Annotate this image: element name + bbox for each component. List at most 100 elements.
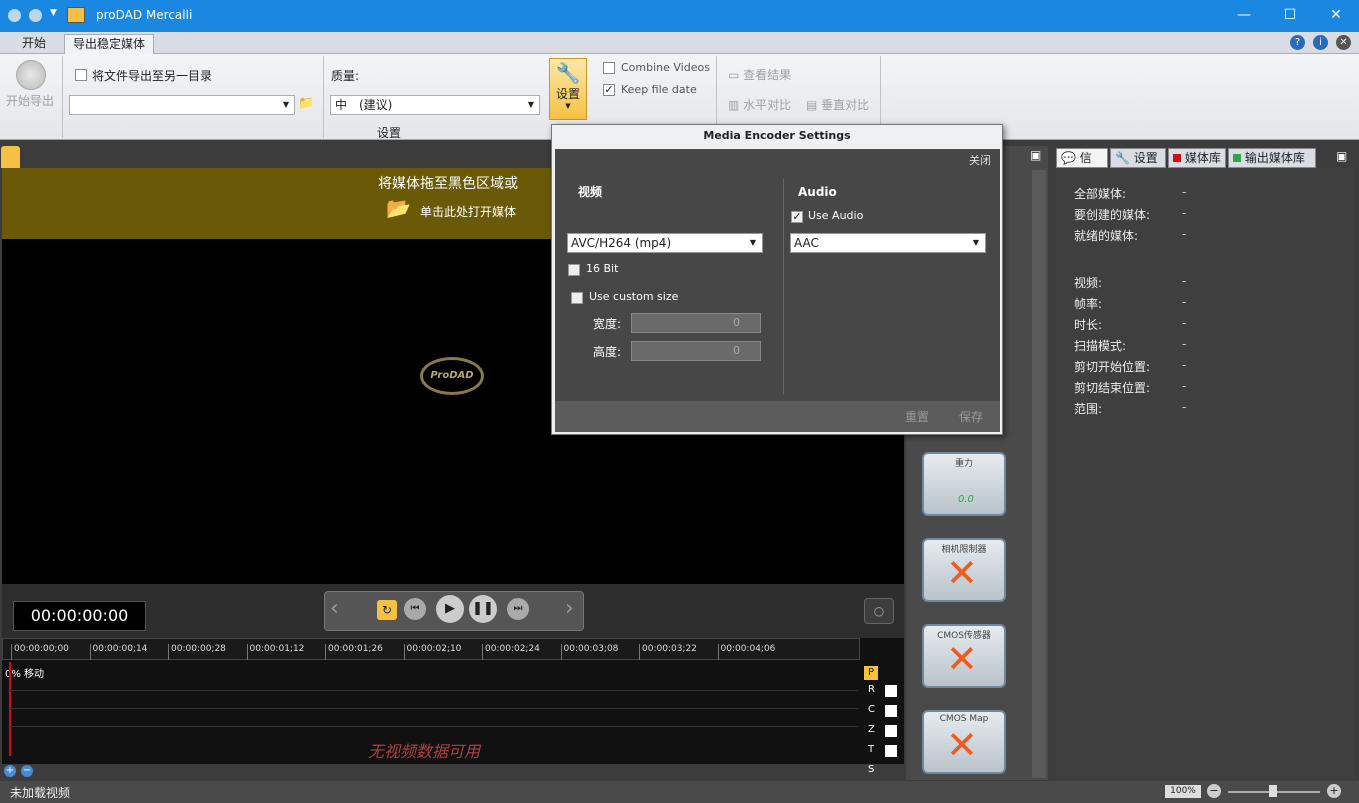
16bit-checkbox[interactable] [568,264,580,276]
tab-settings[interactable]: 🔧 设置 [1110,148,1166,168]
video-codec-select[interactable]: AVC/H264 (mp4) ▼ [567,233,763,253]
dialog-title: Media Encoder Settings [703,129,851,142]
tab-export-stabilized[interactable]: 导出稳定媒体 [64,34,155,54]
maximize-panel-icon[interactable]: ▣ [1030,148,1041,162]
height-label: 高度: [593,345,622,359]
ruler-tick: 00:00:00;14 [89,644,147,660]
preview-tab[interactable] [1,146,20,168]
strip-scrollbar[interactable] [1032,170,1046,778]
cmos-sensor-tile[interactable]: CMOS传感器 ✕ [922,624,1006,688]
side-r-label: R [868,684,875,695]
combine-videos-checkbox[interactable] [603,62,615,74]
prodad-logo: ProDAD [420,357,484,395]
maximize-panel-icon[interactable]: ▣ [1336,149,1347,163]
disabled-x-icon: ✕ [946,637,978,681]
pause-icon[interactable]: ❚❚ [469,595,497,623]
custom-size-label: Use custom size [589,290,679,303]
height-input[interactable]: 0 [631,341,761,361]
keep-file-date-checkbox[interactable] [603,84,615,96]
right-tab-row: 💬 信息 🔧 设置 媒体库 输出媒体库 ▣ [1054,146,1359,183]
side-z-label: Z [868,724,875,735]
help-icon[interactable]: ? [1290,35,1305,50]
settings-button-label: 设置 [555,87,580,101]
zoom-minus-icon[interactable]: − [1207,784,1221,798]
media-encoder-dialog: Media Encoder Settings 关闭 视频 Audio AVC/H… [551,124,1003,435]
export-dir-combo[interactable]: ▼ [69,95,295,115]
open-folder-icon[interactable]: 📂 [386,196,411,220]
info-icon[interactable]: i [1313,35,1328,50]
settings-group-label: 设置 [377,126,402,140]
side-s-label: S [868,764,875,775]
timeline[interactable]: 00:00:00;00 00:00:00;14 00:00:00;28 00:00:0… [2,638,904,775]
record-button[interactable]: ○ [864,598,894,624]
ruler-tick: 00:00:01;26 [325,644,383,660]
play-icon[interactable]: ▶ [436,595,464,623]
info-row: 帧率: - [1074,295,1187,311]
close-circle-icon[interactable]: ✕ [1336,35,1351,50]
disabled-x-icon: ✕ [946,723,978,767]
vertical-compare-button[interactable]: ▤ 垂直对比 [806,96,869,113]
start-export-button[interactable]: 开始导出 [6,92,54,109]
z-checkbox[interactable] [885,725,897,737]
camera-limiter-tile[interactable]: 相机限制器 ✕ [922,538,1006,602]
quality-label: 质量: [331,69,360,83]
close-button[interactable]: ✕ [1313,0,1359,30]
app-circle-icon[interactable] [29,9,42,22]
dialog-close-button[interactable]: 关闭 [969,152,991,168]
custom-size-checkbox[interactable] [571,292,583,304]
c-checkbox[interactable] [885,705,897,717]
skip-back-icon[interactable]: ⏮ [404,598,426,620]
audio-heading: Audio [798,185,837,199]
info-row: 范围: - [1074,400,1187,416]
open-media-link[interactable]: 单击此处打开媒体 [420,203,516,220]
settings-button[interactable]: 🔧 设置 ▼ [549,58,587,120]
tab-info[interactable]: 💬 信息 [1056,148,1108,183]
t-checkbox[interactable] [885,745,897,757]
tab-media-library[interactable]: 媒体库 [1168,148,1226,168]
width-input[interactable]: 0 [631,313,761,333]
prev-arrow-icon[interactable]: ‹ [330,596,339,621]
export-dir-checkbox[interactable] [75,69,87,81]
zoom-level: 100% [1165,785,1201,798]
info-row: 剪切开始位置: - [1074,358,1187,374]
16bit-label: 16 Bit [586,262,619,275]
app-circle-icon[interactable] [8,9,21,22]
reset-button[interactable]: 重置 [905,408,929,425]
width-label: 宽度: [593,317,622,331]
view-result-button[interactable]: ▭ 查看结果 [728,66,791,83]
gravity-tile[interactable]: 重力 0.0 [922,452,1006,516]
time-ruler[interactable]: 00:00:00;00 00:00:00;14 00:00:00;28 00:00:0… [2,638,860,660]
cmos-map-tile[interactable]: CMOS Map ✕ [922,710,1006,774]
ruler-tick: 00:00:02;10 [403,644,461,660]
info-row: 视频: - [1074,274,1187,290]
gravity-value: 0.0 [958,494,974,505]
loop-icon[interactable]: ↻ [377,600,397,620]
folder-icon[interactable]: 📁 [298,96,314,111]
skip-forward-icon[interactable]: ⏭ [507,598,529,620]
r-checkbox[interactable] [885,685,897,697]
tab-start[interactable]: 开始 [14,34,54,54]
tab-output-library[interactable]: 输出媒体库 [1228,148,1316,168]
side-t-label: T [868,744,875,755]
next-arrow-icon[interactable]: › [565,596,574,621]
save-button[interactable]: 保存 [959,408,983,425]
side-c-label: C [868,704,875,715]
quick-access-dropdown-icon[interactable]: ▼ [50,8,57,18]
horizontal-compare-button[interactable]: ▥ 水平对比 [728,96,791,113]
start-export-icon [16,60,46,90]
ruler-tick: 00:00:00;28 [168,644,226,660]
side-p[interactable]: P [864,666,878,680]
playhead[interactable] [9,662,11,756]
export-dir-label: 将文件导出至另一目录 [92,69,213,83]
window-title: proDAD Mercalli [96,8,193,22]
zoom-in-icon[interactable]: + [4,765,16,777]
zoom-plus-icon[interactable]: + [1327,784,1341,798]
zoom-slider-thumb[interactable] [1269,785,1277,797]
minimize-button[interactable]: — [1221,0,1267,30]
audio-codec-select[interactable]: AAC ▼ [790,233,986,253]
maximize-button[interactable]: ☐ [1267,0,1313,30]
quality-select[interactable]: 中 (建议) ▼ [330,95,540,115]
zoom-out-icon[interactable]: − [21,765,33,777]
app-logo-icon [67,7,85,23]
use-audio-checkbox[interactable] [791,211,803,223]
